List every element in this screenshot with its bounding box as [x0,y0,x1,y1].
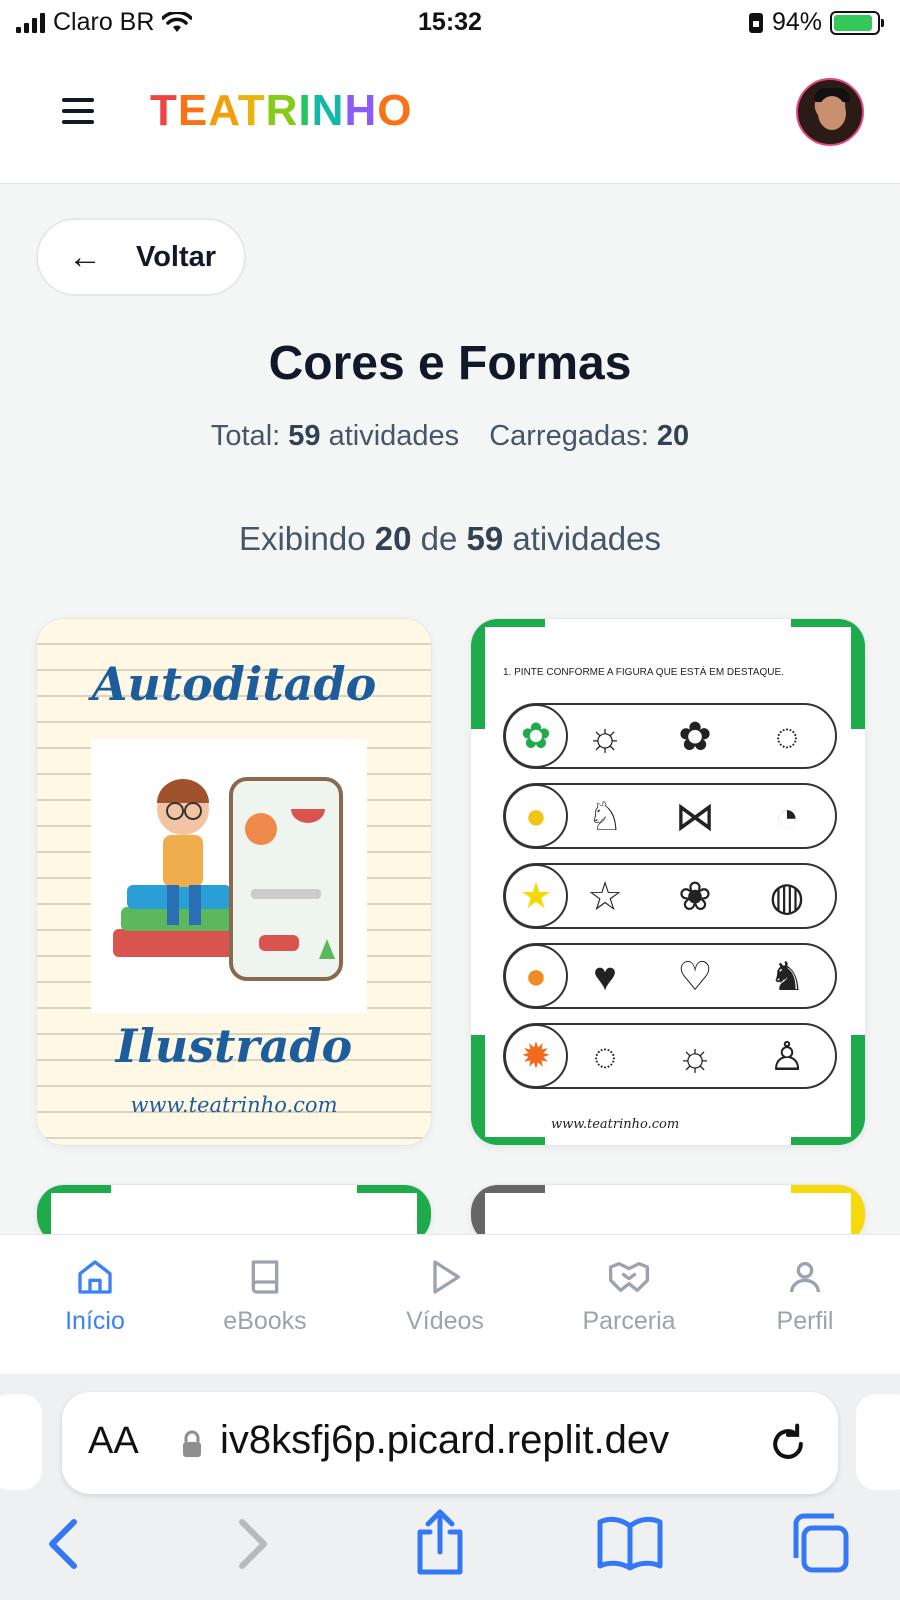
play-icon [433,1260,460,1294]
flower-icon: ❀ [678,875,712,919]
card-watermark: www.teatrinho.com [130,1093,338,1117]
worksheet-row: ● ♘ ⋈ ◔ [503,783,837,849]
activity-card[interactable]: Autoditado Ilustrado www.teatrinho.com [36,618,432,1146]
total-count: 59 [288,420,321,452]
bee-icon: ● [504,784,568,848]
browser-chrome: AA iv8ksfj6p.picard.replit.dev [0,1374,900,1600]
address-bar[interactable]: AA iv8ksfj6p.picard.replit.dev [62,1392,838,1494]
logo-letter: N [311,86,345,135]
home-icon [78,1260,112,1294]
orientation-lock-icon [748,12,763,33]
bee-icon: ◔ [774,794,800,839]
forward-icon[interactable] [236,1516,272,1572]
back-button-label: Voltar [136,240,217,273]
reload-icon[interactable] [766,1422,810,1466]
rabbit-icon: ♙ [769,1035,805,1079]
cat-icon: ● [504,944,568,1008]
tabs-icon[interactable] [788,1512,850,1574]
back-icon[interactable] [44,1516,80,1572]
nav-item-parceria[interactable]: Parceria [554,1257,704,1336]
butterfly-icon: ⋈ [675,795,715,839]
arrow-left-icon: ← [68,238,102,276]
app-header: TEATRINHO [0,46,900,184]
nav-item-videos[interactable]: Vídeos [370,1257,520,1336]
moon-icon: ◌ [775,714,799,759]
previous-tab-peek[interactable] [0,1394,42,1490]
menu-icon[interactable] [62,98,94,124]
card-watermark: www.teatrinho.com [551,1117,680,1132]
logo-letter: I [298,86,312,135]
strawberry-icon: ♥ [593,954,617,999]
worksheet-row: ★ ☆ ❀ ◍ [503,863,837,929]
bottom-nav: Início eBooks Vídeos Parceria Perfil [0,1234,900,1374]
activity-stats: Total: 59 atividades Carregadas: 20 [210,420,690,452]
handshake-icon [609,1262,649,1292]
logo-letter: T [237,86,266,135]
logo-letter: O [377,86,413,135]
sun-icon: ☼ [586,714,624,759]
logo-letter: A [208,86,238,135]
apple-icon: ♡ [677,955,713,999]
flower-icon: ✿ [504,704,568,768]
ball-icon: ◍ [769,875,805,919]
logo[interactable]: TEATRINHO [150,86,412,136]
sun-icon: ☼ [676,1034,714,1079]
sun-icon: ✹ [504,1024,568,1088]
flower-icon: ✿ [678,715,712,759]
url-text: iv8ksfj6p.picard.replit.dev [220,1418,670,1462]
next-tab-peek[interactable] [856,1394,900,1490]
battery-icon [830,10,884,35]
user-icon [790,1262,820,1293]
logo-letter: T [150,86,178,135]
star-icon: ★ [504,864,568,928]
showing-summary: Exibindo 20 de 59 atividades [238,520,662,557]
book-icon [251,1260,279,1294]
nav-item-ebooks[interactable]: eBooks [190,1257,340,1336]
worksheet-instruction: 1. PINTE CONFORME A FIGURA QUE ESTÁ EM D… [503,667,784,678]
worksheet-row: ✹ ◌ ☼ ♙ [503,1023,837,1089]
logo-letter: R [265,86,299,135]
worksheet-row: ● ♥ ♡ ♞ [503,943,837,1009]
card-title-top: Autoditado [91,657,377,711]
activity-card[interactable]: 1. PINTE CONFORME A FIGURA QUE ESTÁ EM D… [470,618,866,1146]
nav-item-perfil[interactable]: Perfil [730,1257,880,1336]
text-size-button[interactable]: AA [88,1420,139,1463]
loaded-count: 20 [656,420,690,452]
logo-letter: E [177,86,209,135]
bookmarks-icon[interactable] [596,1514,664,1572]
boy-on-books-illustration [91,739,367,1013]
back-button[interactable]: ← Voltar [36,218,246,296]
lock-icon [183,1430,201,1457]
page-title: Cores e Formas [268,337,632,390]
nav-item-inicio[interactable]: Início [20,1257,170,1336]
worksheet-row: ✿ ☼ ✿ ◌ [503,703,837,769]
star-icon: ☆ [587,875,623,919]
card-title-bottom: Ilustrado [115,1019,353,1073]
battery-percent: 94% [771,8,822,36]
avatar[interactable] [796,78,864,146]
frog-icon: ♘ [587,795,623,839]
status-bar: Claro BR 15:32 94% [0,0,900,46]
cat-icon: ♞ [769,955,805,999]
moon-icon: ◌ [593,1034,617,1079]
share-icon[interactable] [412,1508,468,1576]
logo-letter: H [344,86,378,135]
